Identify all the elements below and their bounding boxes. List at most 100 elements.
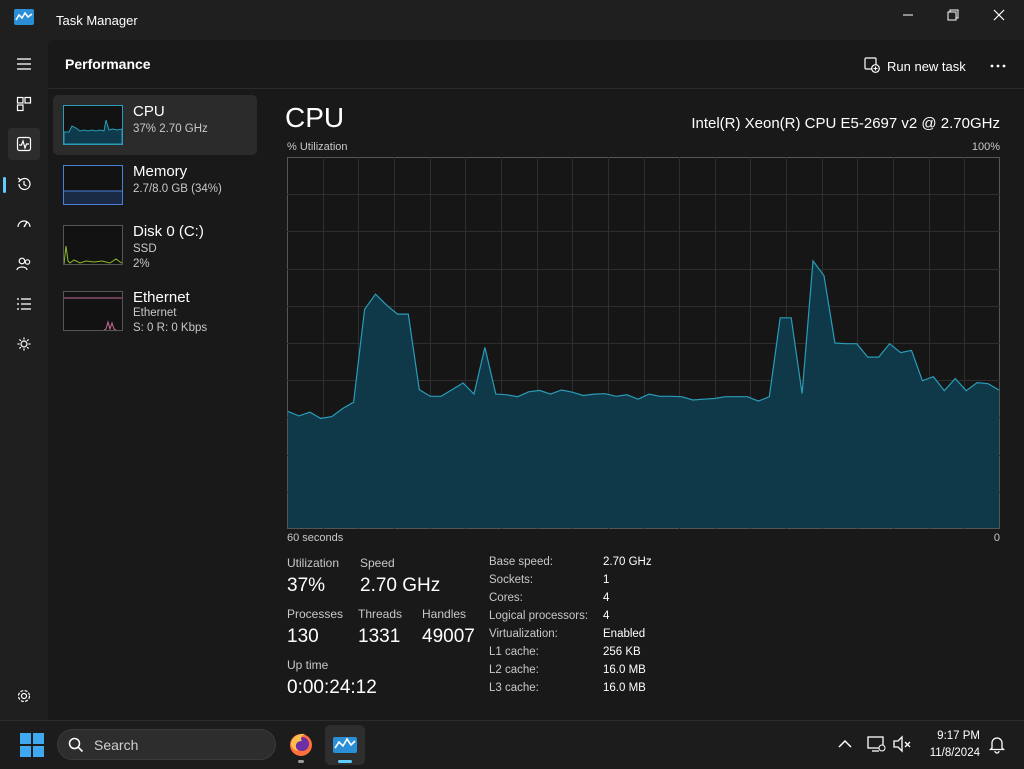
spec-l3-cache-label: L3 cache: <box>489 682 539 694</box>
details-icon <box>17 298 31 310</box>
hamburger-menu-button[interactable] <box>8 48 40 80</box>
spec-sockets-label: Sockets: <box>489 574 534 586</box>
speed-value: 2.70 GHz <box>360 575 441 596</box>
firefox-running-indicator <box>298 760 304 763</box>
nav-services[interactable] <box>8 328 40 360</box>
handles-value: 49007 <box>422 626 475 647</box>
device-memory-name: Memory <box>133 163 188 180</box>
spec-base-speed-value: 2.70 GHz <box>603 556 652 568</box>
chevron-up-icon <box>838 739 852 748</box>
taskbar-task-manager[interactable] <box>325 725 365 765</box>
spec-cores-label: Cores: <box>489 592 523 604</box>
restore-button[interactable] <box>930 0 976 32</box>
startup-apps-icon <box>17 220 31 228</box>
cpu-model-name: Intel(R) Xeon(R) CPU E5-2697 v2 @ 2.70GH… <box>691 115 1000 132</box>
settings-icon <box>17 689 31 703</box>
memory-thumbnail-graph <box>63 165 123 205</box>
device-ethernet[interactable]: Ethernet Ethernet S: 0 R: 0 Kbps <box>53 281 257 341</box>
graph-x-left-label: 60 seconds <box>287 532 344 544</box>
minimize-button[interactable] <box>885 0 931 32</box>
taskbar-search-box[interactable]: Search <box>57 729 276 760</box>
close-icon <box>993 9 1005 21</box>
spec-l3-cache-value: 16.0 MB <box>603 682 646 694</box>
spec-base-speed-label: Base speed: <box>489 556 553 568</box>
taskbar-firefox[interactable] <box>281 725 321 765</box>
performance-icon <box>16 136 32 152</box>
device-disk[interactable]: Disk 0 (C:) SSD 2% <box>53 215 257 275</box>
utilization-value: 37% <box>287 575 326 596</box>
processes-label: Processes <box>287 607 344 621</box>
processes-value: 130 <box>287 626 319 647</box>
graph-x-right-label: 0 <box>993 532 1000 544</box>
navigation-rail <box>0 40 48 720</box>
more-options-icon <box>990 64 1006 68</box>
spec-l1-cache-label: L1 cache: <box>489 646 539 658</box>
nav-performance[interactable] <box>8 128 40 160</box>
volume-muted-icon <box>893 735 911 753</box>
taskbar: Search 9:17 PM 11/8/2024 <box>0 720 1024 769</box>
network-status-button[interactable] <box>865 733 887 755</box>
device-ethernet-name: Ethernet <box>133 289 190 306</box>
speed-label: Speed <box>360 556 395 570</box>
spec-l2-cache-value: 16.0 MB <box>603 664 646 676</box>
more-options-button[interactable] <box>984 54 1012 78</box>
command-bar: Performance Run new task <box>48 40 1024 89</box>
nav-startup-apps[interactable] <box>8 208 40 240</box>
search-icon <box>68 737 84 753</box>
threads-label: Threads <box>358 607 403 621</box>
bell-icon <box>988 737 1006 754</box>
task-manager-app-icon <box>14 9 34 25</box>
detail-title: CPU <box>285 102 345 133</box>
active-nav-indicator <box>3 177 6 193</box>
title-bar: Task Manager <box>0 0 1024 40</box>
utilization-label: Utilization <box>287 556 340 570</box>
taskbar-time[interactable]: 9:17 PM <box>937 730 980 742</box>
nav-app-history[interactable] <box>8 168 40 200</box>
handles-label: Handles <box>422 607 467 621</box>
show-hidden-icons-button[interactable] <box>834 733 856 755</box>
spec-virtualization-label: Virtualization: <box>489 628 558 640</box>
nav-details[interactable] <box>8 288 40 320</box>
window-title: Task Manager <box>56 13 138 28</box>
spec-virtualization-value: Enabled <box>603 628 646 640</box>
network-icon <box>867 736 886 752</box>
uptime-label: Up time <box>287 658 329 672</box>
graph-y-max: 100% <box>971 141 1000 153</box>
device-ethernet-adapter: Ethernet <box>133 307 177 319</box>
device-ethernet-throughput: S: 0 R: 0 Kbps <box>133 322 208 334</box>
windows-logo-icon <box>20 733 44 757</box>
users-icon <box>16 257 31 271</box>
device-cpu[interactable]: CPU 37% 2.70 GHz <box>53 95 257 155</box>
cpu-utilization-graph <box>287 157 1000 529</box>
task-manager-icon <box>333 737 357 753</box>
hamburger-menu-icon <box>17 58 31 70</box>
search-placeholder: Search <box>94 737 139 753</box>
graph-y-label: % Utilization <box>287 141 348 153</box>
spec-sockets-value: 1 <box>603 574 610 586</box>
taskbar-date[interactable]: 11/8/2024 <box>930 747 980 759</box>
nav-users[interactable] <box>8 248 40 280</box>
spec-logical-processors-value: 4 <box>603 610 610 622</box>
spec-logical-processors-label: Logical processors: <box>489 610 589 622</box>
nav-processes[interactable] <box>8 88 40 120</box>
cpu-thumbnail-graph <box>63 105 123 145</box>
services-icon <box>17 337 31 351</box>
device-disk-name: Disk 0 (C:) <box>133 223 204 240</box>
close-button[interactable] <box>976 0 1022 32</box>
device-cpu-usage: 37% 2.70 GHz <box>133 123 208 135</box>
device-memory[interactable]: Memory 2.7/8.0 GB (34%) <box>53 155 257 215</box>
minimize-icon <box>903 14 913 16</box>
ethernet-thumbnail-graph <box>63 291 123 331</box>
task-manager-active-indicator <box>338 760 352 763</box>
app-history-icon <box>17 177 31 191</box>
threads-value: 1331 <box>358 626 401 647</box>
processes-icon <box>16 96 32 112</box>
notifications-button[interactable] <box>986 733 1008 755</box>
page-title: Performance <box>65 56 151 72</box>
nav-settings[interactable] <box>8 680 40 712</box>
spec-l1-cache-value: 256 KB <box>603 646 641 658</box>
device-disk-usage: 2% <box>133 258 150 270</box>
start-button[interactable] <box>16 731 48 759</box>
volume-button[interactable] <box>891 733 913 755</box>
firefox-icon <box>290 733 312 756</box>
